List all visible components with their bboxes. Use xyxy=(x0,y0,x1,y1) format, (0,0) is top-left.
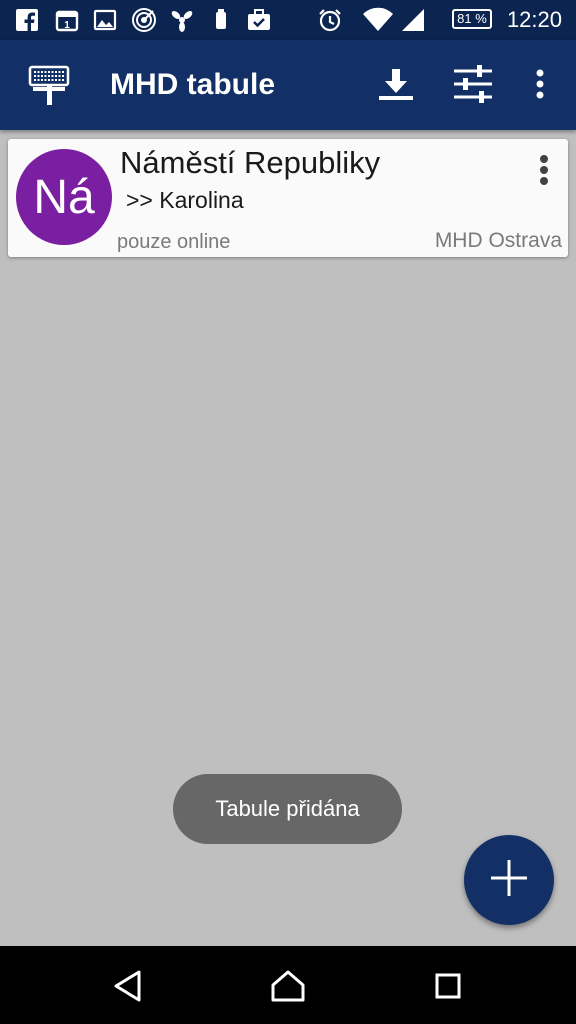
briefcase-check-icon xyxy=(246,7,272,33)
direction-label: >> Karolina xyxy=(126,187,244,213)
app-title: MHD tabule xyxy=(110,68,275,101)
svg-text:1: 1 xyxy=(64,20,70,31)
toast: Tabule přidána xyxy=(173,774,402,844)
card-more-icon[interactable] xyxy=(526,149,562,191)
home-icon[interactable] xyxy=(264,962,312,1010)
stop-name: Náměstí Republiky xyxy=(120,145,381,180)
status-bar: 1 81 % 12:20 xyxy=(0,0,576,40)
image-icon xyxy=(92,7,118,33)
add-icon xyxy=(489,858,529,903)
board-card[interactable]: Ná Náměstí Republiky >> Karolina pouze o… xyxy=(8,139,568,257)
app-bar: MHD tabule xyxy=(0,40,576,130)
status-time: 12:20 xyxy=(506,7,562,32)
back-icon[interactable] xyxy=(104,962,152,1010)
calendar-icon: 1 xyxy=(54,7,80,33)
alarm-icon xyxy=(317,7,343,33)
sliders-icon[interactable] xyxy=(449,60,497,108)
network-label: MHD Ostrava xyxy=(434,229,562,252)
nav-bar xyxy=(0,946,576,1024)
avatar: Ná xyxy=(16,149,112,245)
mode-label: pouze online xyxy=(117,231,231,253)
departure-board-icon xyxy=(26,62,74,110)
toast-text: Tabule přidána xyxy=(215,796,360,821)
phone-icon xyxy=(208,7,234,33)
recents-icon[interactable] xyxy=(424,962,472,1010)
add-board-button[interactable] xyxy=(464,835,554,925)
radar-icon xyxy=(131,7,157,33)
facebook-icon xyxy=(14,7,40,33)
wifi-icon xyxy=(362,7,394,33)
fan-icon xyxy=(169,7,195,33)
download-icon[interactable] xyxy=(372,60,420,108)
signal-icon xyxy=(400,7,426,33)
battery-indicator: 81 % xyxy=(452,9,492,29)
more-vert-icon[interactable] xyxy=(516,60,564,108)
